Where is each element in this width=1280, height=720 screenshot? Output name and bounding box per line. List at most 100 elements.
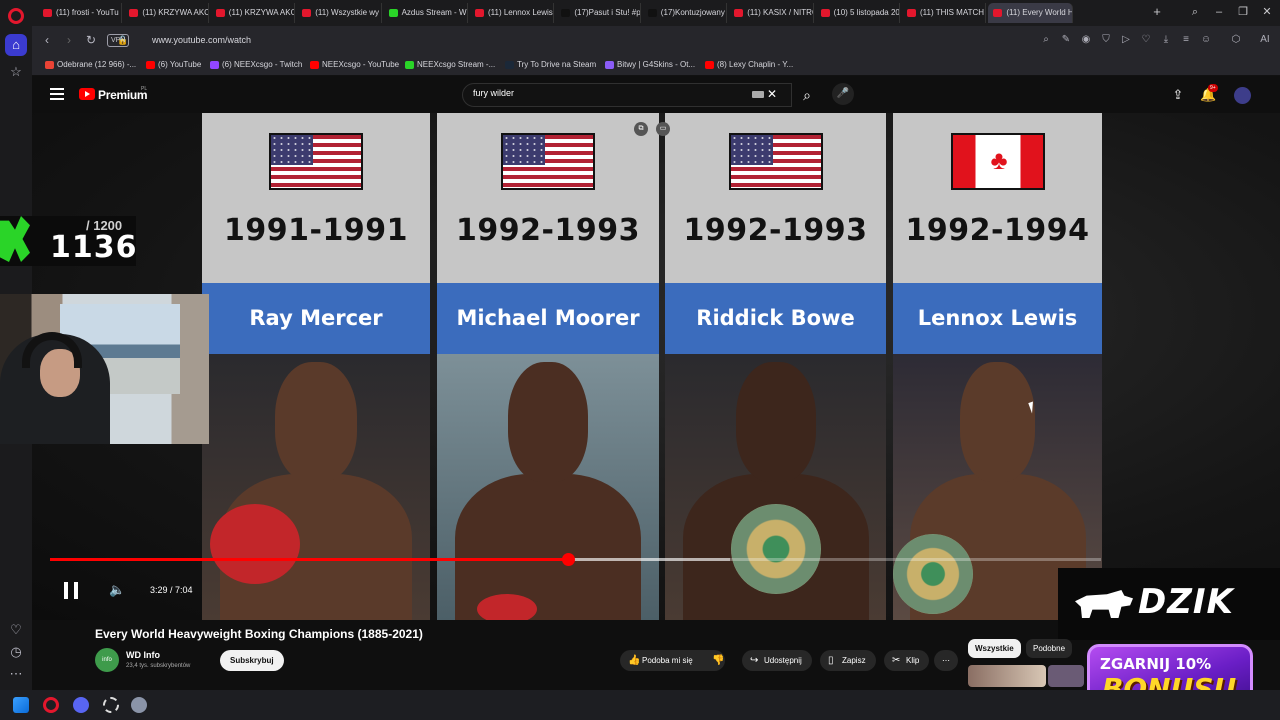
bookmark-favicon-icon: [405, 61, 414, 69]
bookmark-item[interactable]: (6) YouTube: [146, 58, 201, 72]
forward-icon[interactable]: ›: [62, 33, 76, 47]
share-button[interactable]: ↪ Udostępnij: [742, 650, 812, 671]
settings-gear-icon[interactable]: [131, 697, 147, 713]
reload-icon[interactable]: ↻: [84, 33, 98, 47]
chip-all[interactable]: Wszystkie: [968, 639, 1021, 658]
recommended-thumbnail[interactable]: [968, 665, 1046, 687]
heart-icon[interactable]: ♡: [8, 622, 24, 638]
save-button[interactable]: ▯ Zapisz: [820, 650, 876, 671]
subscribe-button[interactable]: Subskrybuj: [220, 650, 284, 671]
bookmark-item[interactable]: (8) Lexy Chaplin - Y...: [705, 58, 793, 72]
bookmark-item[interactable]: NEEXcsgo Stream -...: [405, 58, 495, 72]
player-icon[interactable]: ▷: [1120, 34, 1132, 46]
camera-icon[interactable]: ◉: [1080, 34, 1092, 46]
boxer-head: [275, 362, 357, 482]
bookmark-item[interactable]: NEEXcsgo - YouTube: [310, 58, 399, 72]
upload-icon[interactable]: ⇪: [1170, 87, 1186, 103]
bookmark-heart-icon[interactable]: ♡: [1140, 34, 1152, 46]
clip-button[interactable]: ✂ Klip: [884, 650, 930, 671]
video-player[interactable]: 1991-1991 Ray Mercer 1992-1993 Michael Moor…: [32, 113, 1280, 620]
microphone-icon[interactable]: 🎤: [832, 83, 854, 105]
url-field[interactable]: www.youtube.com/watch: [152, 34, 251, 47]
browser-tab[interactable]: (11) THIS MATCH: [902, 3, 987, 23]
chip-related[interactable]: Podobne: [1026, 639, 1073, 658]
history-icon[interactable]: ◷: [8, 644, 24, 660]
tab-favicon-icon: [302, 9, 312, 17]
search-input[interactable]: [473, 88, 713, 98]
windows-start-icon[interactable]: [13, 697, 29, 713]
search-button[interactable]: ⌕: [792, 83, 822, 107]
clear-search-icon[interactable]: ✕: [767, 87, 777, 101]
extensions-icon[interactable]: ⬡: [1230, 34, 1242, 46]
tab-label: (11) Lennox Lewis: [488, 8, 553, 17]
keyboard-icon[interactable]: [752, 91, 764, 98]
menu-icon[interactable]: [50, 88, 64, 100]
edit-icon[interactable]: ✎: [1060, 34, 1072, 46]
maximize-icon[interactable]: ❐: [1234, 4, 1252, 20]
tab-favicon-icon: [129, 9, 139, 17]
pause-button[interactable]: [64, 582, 78, 599]
browser-tab[interactable]: (11) KRZYWA AKCJ: [211, 3, 296, 23]
profile-icon[interactable]: ☺: [1200, 34, 1212, 46]
browser-tab[interactable]: (11) frosti - YouTu: [38, 3, 123, 23]
bookmark-item[interactable]: Bitwy | G4Skins - Ot...: [605, 58, 695, 72]
opera-logo-icon[interactable]: [8, 8, 24, 24]
stars-canton: [503, 135, 545, 165]
more-actions-button[interactable]: ⋯: [934, 650, 958, 671]
vpn-badge[interactable]: VPN: [107, 34, 130, 47]
volume-icon[interactable]: 🔈: [109, 582, 125, 598]
tab-favicon-icon: [734, 9, 744, 17]
champion-years: 1992-1994: [905, 213, 1090, 248]
tab-label: (17)Pasut i Stu! #p: [574, 8, 641, 17]
recommended-thumbnail[interactable]: [1048, 665, 1084, 687]
home-icon[interactable]: ⌂: [5, 34, 27, 56]
obs-icon[interactable]: [103, 697, 119, 713]
bookmark-favicon-icon: [146, 61, 155, 69]
star-icon[interactable]: ☆: [8, 64, 24, 80]
search-address-icon[interactable]: ⌕: [1040, 34, 1052, 46]
youtube-logo-icon[interactable]: [79, 88, 95, 100]
more-icon[interactable]: ⋯: [8, 666, 24, 682]
browser-tab[interactable]: (17)Pasut i Stu! #p: [556, 3, 641, 23]
download-icon[interactable]: ⤓: [1160, 34, 1172, 46]
search-tabs-icon[interactable]: ⌕: [1186, 4, 1204, 20]
dislike-icon[interactable]: 👎: [712, 650, 724, 671]
menu-list-icon[interactable]: ≡: [1180, 34, 1192, 46]
avatar[interactable]: [1234, 87, 1251, 104]
browser-tab[interactable]: (17)Kontuzjowany: [643, 3, 728, 23]
opera-taskbar-icon[interactable]: [43, 697, 59, 713]
browser-tab[interactable]: (11) Every World Heav: [988, 3, 1073, 23]
back-icon[interactable]: ‹: [40, 33, 54, 47]
champion-years: 1992-1993: [683, 213, 868, 248]
canada-flag-icon: ♣: [951, 133, 1045, 190]
champion-card: 1992-1993 Michael Moorer: [437, 113, 659, 620]
miniplayer-icon[interactable]: ⧉: [634, 122, 648, 136]
channel-avatar[interactable]: info: [95, 648, 119, 672]
bookmark-item[interactable]: (6) NEEXcsgo - Twitch: [210, 58, 302, 72]
new-tab-button[interactable]: +: [1148, 4, 1166, 20]
browser-tab[interactable]: (11) Lennox Lewis: [470, 3, 555, 23]
thumb-up-icon: 👍: [628, 655, 641, 666]
channel-name[interactable]: WD Info: [126, 650, 160, 660]
browser-tab[interactable]: (11) KASIX / NITRO: [729, 3, 814, 23]
save-label: Zapisz: [842, 656, 866, 665]
minimize-icon[interactable]: –: [1210, 4, 1228, 20]
stars-canton: [271, 135, 313, 165]
youtube-brand[interactable]: Premium: [98, 88, 148, 102]
browser-tab[interactable]: (11) Wszystkie wy: [297, 3, 382, 23]
browser-tab[interactable]: (10) 5 listopada 20: [816, 3, 900, 23]
browser-tab[interactable]: Azdus Stream - W: [384, 3, 468, 23]
close-window-icon[interactable]: ✕: [1258, 4, 1276, 20]
boxer-head: [508, 362, 588, 482]
browser-tab[interactable]: (11) KRZYWA AKCJ: [124, 3, 209, 23]
time-display: 3:29 / 7:04: [150, 585, 193, 595]
progress-scrubber[interactable]: [562, 553, 575, 566]
theater-icon[interactable]: ▭: [656, 122, 670, 136]
bookmark-item[interactable]: Odebrane (12 966) -...: [45, 58, 136, 72]
like-button[interactable]: 👍 Podoba mi się: [620, 650, 725, 671]
aria-ai-button[interactable]: AI: [1254, 34, 1276, 46]
shield-icon[interactable]: ⛉: [1100, 34, 1112, 46]
bookmark-item[interactable]: Try To Drive na Steam: [505, 58, 596, 72]
champion-years: 1992-1993: [456, 213, 640, 248]
discord-icon[interactable]: [73, 697, 89, 713]
